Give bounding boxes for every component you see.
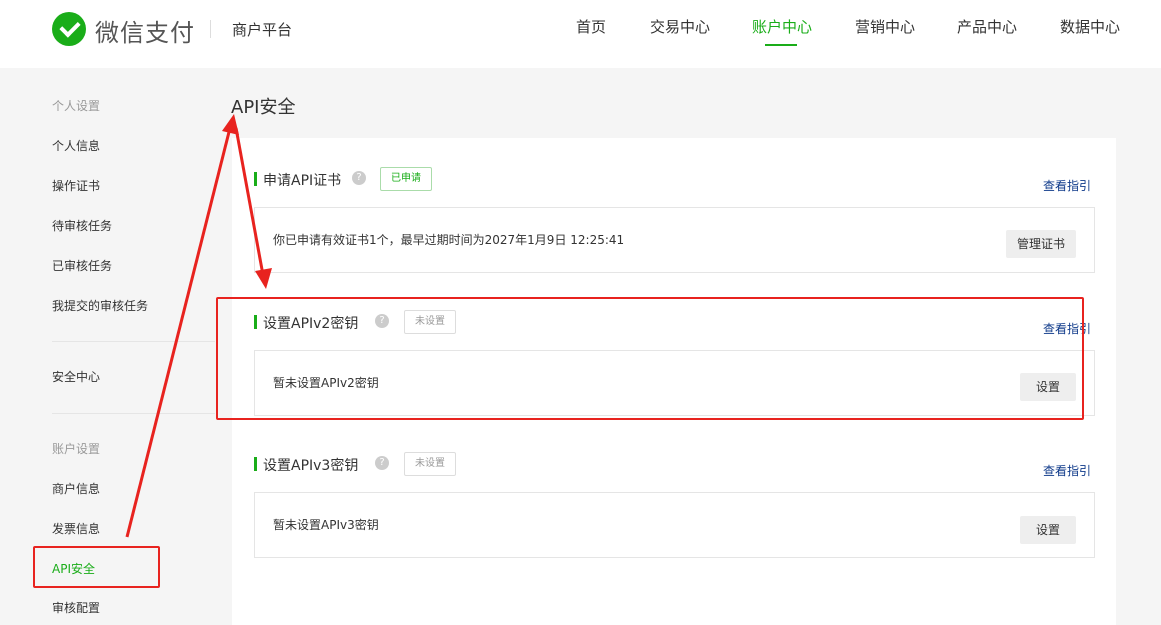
annotation-arrow-line	[125, 127, 232, 538]
annotation-arrows	[125, 114, 272, 538]
annotation-arrow-line	[234, 127, 265, 276]
annotation-arrowhead	[255, 268, 272, 289]
